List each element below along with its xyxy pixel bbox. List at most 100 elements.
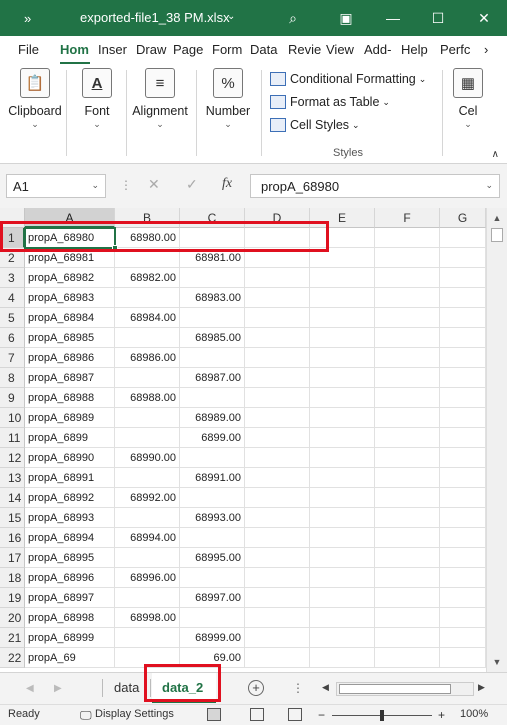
row-header[interactable]: 14 <box>0 488 25 508</box>
cell-c[interactable]: 68989.00 <box>180 408 245 428</box>
tab-draw[interactable]: Draw <box>136 42 166 57</box>
zoom-slider-knob[interactable] <box>380 710 384 721</box>
cell-f[interactable] <box>375 268 440 288</box>
cell-e[interactable] <box>310 588 375 608</box>
cell-c[interactable]: 6899.00 <box>180 428 245 448</box>
cell-c[interactable] <box>180 268 245 288</box>
cell-g[interactable] <box>440 328 486 348</box>
alignment-group[interactable]: ≡ Alignment ⌄ <box>130 68 190 130</box>
horizontal-scrollbar[interactable] <box>336 682 474 696</box>
search-icon[interactable]: ⌕ <box>283 8 303 28</box>
row-header[interactable]: 16 <box>0 528 25 548</box>
cell-a[interactable]: propA_68990 <box>25 448 115 468</box>
cell-e[interactable] <box>310 368 375 388</box>
cell-e[interactable] <box>310 308 375 328</box>
cell-e[interactable] <box>310 568 375 588</box>
cell-e[interactable] <box>310 508 375 528</box>
cell-d[interactable] <box>245 448 310 468</box>
row-header[interactable]: 12 <box>0 448 25 468</box>
cell-g[interactable] <box>440 268 486 288</box>
cell-f[interactable] <box>375 528 440 548</box>
tab-formulas[interactable]: Form <box>212 42 242 57</box>
name-box[interactable]: A1 ⌄ <box>6 174 106 198</box>
zoom-in-button[interactable]: + <box>438 708 445 722</box>
cell-g[interactable] <box>440 308 486 328</box>
tab-performance[interactable]: Perfc <box>440 42 470 57</box>
conditional-formatting-button[interactable]: Conditional Formatting ⌄ <box>270 72 426 86</box>
cell-g[interactable] <box>440 608 486 628</box>
cell-g[interactable] <box>440 528 486 548</box>
cell-c[interactable]: 68995.00 <box>180 548 245 568</box>
expand-formula-bar-icon[interactable]: ⌄ <box>485 180 493 191</box>
cell-e[interactable] <box>310 268 375 288</box>
cell-c[interactable]: 68993.00 <box>180 508 245 528</box>
cell-c[interactable]: 68983.00 <box>180 288 245 308</box>
cell-b[interactable] <box>115 628 180 648</box>
scroll-left-icon[interactable]: ◀ <box>322 682 329 693</box>
cell-f[interactable] <box>375 328 440 348</box>
tab-home[interactable]: Hom <box>60 42 89 57</box>
page-layout-view-icon[interactable] <box>250 708 264 721</box>
row-header[interactable]: 19 <box>0 588 25 608</box>
cell-a[interactable]: propA_69 <box>25 648 115 668</box>
cell-d[interactable] <box>245 368 310 388</box>
row-header[interactable]: 20 <box>0 608 25 628</box>
cell-b[interactable] <box>115 328 180 348</box>
add-sheet-button[interactable]: + <box>248 680 264 696</box>
minimize-button[interactable]: — <box>383 8 403 28</box>
clipboard-group[interactable]: 📋 Clipboard ⌄ <box>6 68 64 130</box>
cell-e[interactable] <box>310 628 375 648</box>
cell-d[interactable] <box>245 508 310 528</box>
vertical-scrollbar[interactable]: ▲ ▼ <box>486 208 507 672</box>
cell-a[interactable]: propA_68999 <box>25 628 115 648</box>
tab-page-layout[interactable]: Page <box>173 42 203 57</box>
cell-g[interactable] <box>440 448 486 468</box>
row-header[interactable]: 13 <box>0 468 25 488</box>
cell-c[interactable] <box>180 348 245 368</box>
cell-g[interactable] <box>440 428 486 448</box>
cell-d[interactable] <box>245 568 310 588</box>
maximize-button[interactable]: ☐ <box>428 8 448 28</box>
cell-b[interactable] <box>115 368 180 388</box>
cell-a[interactable]: propA_68986 <box>25 348 115 368</box>
cell-e[interactable] <box>310 468 375 488</box>
cell-b[interactable] <box>115 548 180 568</box>
title-dropdown-icon[interactable]: ⌄ <box>227 11 235 22</box>
cell-a[interactable]: propA_68998 <box>25 608 115 628</box>
cell-c[interactable] <box>180 568 245 588</box>
cell-a[interactable]: propA_6899 <box>25 428 115 448</box>
cell-c[interactable] <box>180 448 245 468</box>
cell-e[interactable] <box>310 548 375 568</box>
row-header[interactable]: 9 <box>0 388 25 408</box>
cell-g[interactable] <box>440 288 486 308</box>
cell-f[interactable] <box>375 428 440 448</box>
cell-d[interactable] <box>245 648 310 668</box>
cell-f[interactable] <box>375 628 440 648</box>
cell-d[interactable] <box>245 288 310 308</box>
display-settings-button[interactable]: Display Settings <box>95 708 174 720</box>
cell-d[interactable] <box>245 328 310 348</box>
cell-g[interactable] <box>440 408 486 428</box>
cell-a[interactable]: propA_68982 <box>25 268 115 288</box>
ribbon-display-icon[interactable]: ▣ <box>336 8 356 28</box>
cell-b[interactable] <box>115 288 180 308</box>
cell-b[interactable] <box>115 588 180 608</box>
cell-b[interactable]: 68986.00 <box>115 348 180 368</box>
cell-f[interactable] <box>375 388 440 408</box>
row-header[interactable]: 21 <box>0 628 25 648</box>
cell-f[interactable] <box>375 588 440 608</box>
tab-insert[interactable]: Inser <box>98 42 127 57</box>
cell-a[interactable]: propA_68987 <box>25 368 115 388</box>
cell-a[interactable]: propA_68992 <box>25 488 115 508</box>
normal-view-icon[interactable] <box>207 708 221 721</box>
tab-view[interactable]: View <box>326 42 354 57</box>
cell-f[interactable] <box>375 308 440 328</box>
cell-styles-button[interactable]: Cell Styles ⌄ <box>270 118 360 132</box>
cell-a[interactable]: propA_68996 <box>25 568 115 588</box>
cell-f[interactable] <box>375 468 440 488</box>
sheet-options-icon[interactable]: ⋮ <box>292 681 304 695</box>
cell-a[interactable]: propA_68994 <box>25 528 115 548</box>
number-group[interactable]: % Number ⌄ <box>200 68 256 130</box>
cell-d[interactable] <box>245 548 310 568</box>
cell-a[interactable]: propA_68984 <box>25 308 115 328</box>
